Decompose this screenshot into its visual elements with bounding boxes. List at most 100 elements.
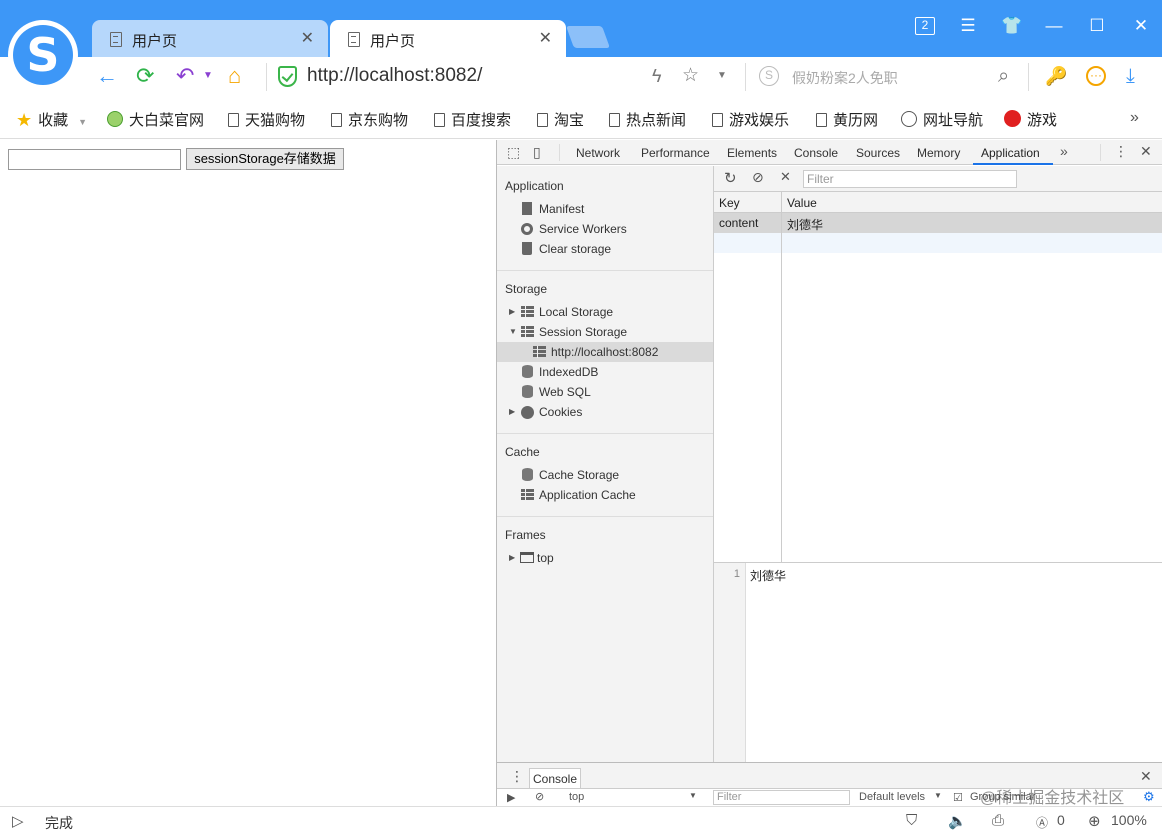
log-levels-dropdown[interactable]: Default levels xyxy=(859,791,925,803)
bookmark-item[interactable]: 淘宝 xyxy=(537,109,584,130)
chevron-down-icon[interactable]: ▼ xyxy=(689,791,697,800)
skin-icon[interactable]: 👕 xyxy=(1001,16,1023,36)
console-settings-icon[interactable]: ⚙ xyxy=(1143,789,1155,805)
bookmark-item[interactable]: 京东购物 xyxy=(331,109,408,130)
chevron-down-icon[interactable]: ▼ xyxy=(934,791,942,800)
shield-icon[interactable]: ⛉ xyxy=(906,812,917,829)
more-bookmarks-icon[interactable]: » xyxy=(1130,109,1139,127)
bookmark-item[interactable]: 热点新闻 xyxy=(609,109,686,130)
text-input[interactable] xyxy=(8,149,181,170)
sidebar-item-session-storage[interactable]: ▼ Session Storage xyxy=(497,322,713,342)
sound-icon[interactable]: 🔈 xyxy=(948,812,967,830)
search-input[interactable]: 假奶粉案2人免职 xyxy=(792,68,898,88)
bookmark-item[interactable]: 天猫购物 xyxy=(228,109,305,130)
key-icon[interactable]: 🔑 xyxy=(1045,63,1067,89)
chevron-down-icon[interactable]: ▼ xyxy=(717,63,727,89)
tab-console[interactable]: Console xyxy=(794,146,838,160)
context-selector[interactable]: top xyxy=(569,791,584,803)
column-header-value[interactable]: Value xyxy=(787,196,817,210)
column-header-key[interactable]: Key xyxy=(719,196,740,210)
tab-memory[interactable]: Memory xyxy=(917,146,960,160)
kebab-menu-icon[interactable]: ⋮ xyxy=(510,768,524,785)
column-divider[interactable] xyxy=(781,192,782,562)
sidebar-item-clear-storage[interactable]: Clear storage xyxy=(497,239,713,259)
cell-key[interactable]: content xyxy=(719,216,758,230)
url-field[interactable]: http://localhost:8082/ xyxy=(307,65,482,87)
device-toolbar-icon[interactable]: ▯ xyxy=(533,144,541,161)
sidebar-item-local-storage[interactable]: ▶ Local Storage xyxy=(497,302,713,322)
menu-icon[interactable]: ☰ xyxy=(957,16,979,36)
bookmark-star-icon[interactable]: ☆ xyxy=(682,63,699,89)
preview-text[interactable]: 刘德华 xyxy=(750,567,786,584)
lightning-icon[interactable]: ϟ xyxy=(652,63,662,89)
new-tab-button[interactable] xyxy=(565,26,611,48)
console-filter-input[interactable]: Filter xyxy=(713,790,850,805)
tab-1-close-button[interactable]: ✕ xyxy=(301,28,314,48)
close-drawer-icon[interactable]: ✕ xyxy=(1140,768,1152,785)
sidebar-item-web-sql[interactable]: Web SQL xyxy=(497,382,713,402)
kebab-menu-icon[interactable]: ⋮ xyxy=(1114,143,1128,160)
bookmark-favorites[interactable]: ★ 收藏 ▼ xyxy=(16,109,87,131)
line-number: 1 xyxy=(733,568,740,580)
download-icon[interactable]: ⤓ xyxy=(1126,63,1135,89)
group-similar-checkbox[interactable]: ☑ xyxy=(953,791,963,804)
tab-sources[interactable]: Sources xyxy=(856,146,900,160)
tab-network[interactable]: Network xyxy=(576,146,620,160)
bookmark-item[interactable]: 游戏 xyxy=(1004,109,1057,130)
tab-count-badge[interactable]: 2 xyxy=(915,17,935,35)
tab-2[interactable]: 用户页 ✕ xyxy=(330,20,566,57)
back-icon[interactable]: ← xyxy=(96,63,118,89)
cell-value[interactable]: 刘德华 xyxy=(787,216,823,233)
zoom-level[interactable]: 100% xyxy=(1111,812,1147,828)
ad-block-icon[interactable]: Ⓐ xyxy=(1036,814,1048,831)
bookmark-label: 网址导航 xyxy=(923,112,984,129)
bookmark-item[interactable]: 黄历网 xyxy=(816,109,878,130)
refresh-icon[interactable]: ⟳ xyxy=(136,63,154,89)
show-sidebar-icon[interactable]: ▶ xyxy=(507,791,515,804)
sidebar-item-cookies[interactable]: ▶ Cookies xyxy=(497,402,713,422)
sidebar-toggle-icon[interactable]: ▷ xyxy=(12,812,24,830)
maximize-icon[interactable]: ☐ xyxy=(1086,16,1108,36)
zoom-icon[interactable]: ⊕ xyxy=(1088,812,1101,830)
sidebar-item-top-frame[interactable]: ▶ top xyxy=(497,548,713,568)
tab-performance[interactable]: Performance xyxy=(641,146,710,160)
clear-console-icon[interactable]: ⊘ xyxy=(535,790,544,803)
search-engine-icon[interactable]: S xyxy=(759,66,779,86)
search-icon[interactable]: ⌕ xyxy=(998,63,1009,89)
bookmark-item[interactable]: 百度搜索 xyxy=(434,109,511,130)
session-storage-save-button[interactable]: sessionStorage存储数据 xyxy=(186,148,344,170)
tab-elements[interactable]: Elements xyxy=(727,146,777,160)
bookmark-item[interactable]: 游戏娱乐 xyxy=(712,109,789,130)
delete-selected-icon[interactable]: ✕ xyxy=(780,169,791,185)
minimize-icon[interactable]: — xyxy=(1043,16,1065,36)
sidebar-item-session-origin[interactable]: http://localhost:8082 xyxy=(497,342,713,362)
undo-close-icon[interactable]: ↶ xyxy=(176,63,194,89)
secure-shield-icon[interactable] xyxy=(278,66,297,87)
tab-2-close-button[interactable]: ✕ xyxy=(539,28,552,48)
filter-input[interactable]: Filter xyxy=(803,170,1017,188)
home-icon[interactable]: ⌂ xyxy=(228,63,241,89)
more-tabs-icon[interactable]: » xyxy=(1060,143,1068,159)
expand-arrow-icon[interactable]: ▶ xyxy=(509,548,515,568)
more-icon[interactable]: ··· xyxy=(1086,66,1106,86)
tab-1[interactable]: 用户页 ✕ xyxy=(92,20,328,57)
chevron-down-icon[interactable]: ▼ xyxy=(203,63,213,89)
expand-arrow-icon[interactable]: ▶ xyxy=(509,302,515,322)
bookmark-item[interactable]: 大白菜官网 xyxy=(107,109,204,130)
sidebar-item-indexeddb[interactable]: IndexedDB xyxy=(497,362,713,382)
tab-application[interactable]: Application xyxy=(981,146,1040,160)
bookmark-item[interactable]: 网址导航 xyxy=(901,109,983,130)
clear-all-icon[interactable]: ⊘ xyxy=(752,169,764,186)
sidebar-item-manifest[interactable]: Manifest xyxy=(497,199,713,219)
collapse-arrow-icon[interactable]: ▼ xyxy=(509,322,517,342)
sidebar-item-cache-storage[interactable]: Cache Storage xyxy=(497,465,713,485)
drawer-tab-console[interactable]: Console xyxy=(529,768,581,788)
close-devtools-icon[interactable]: ✕ xyxy=(1140,143,1152,160)
refresh-icon[interactable]: ↻ xyxy=(724,169,737,187)
sidebar-item-service-workers[interactable]: Service Workers xyxy=(497,219,713,239)
close-window-icon[interactable]: ✕ xyxy=(1130,16,1152,36)
expand-arrow-icon[interactable]: ▶ xyxy=(509,402,515,422)
print-icon[interactable]: ⎙ xyxy=(992,812,1004,829)
sidebar-item-application-cache[interactable]: Application Cache xyxy=(497,485,713,505)
inspect-element-icon[interactable]: ⬚ xyxy=(507,144,520,161)
